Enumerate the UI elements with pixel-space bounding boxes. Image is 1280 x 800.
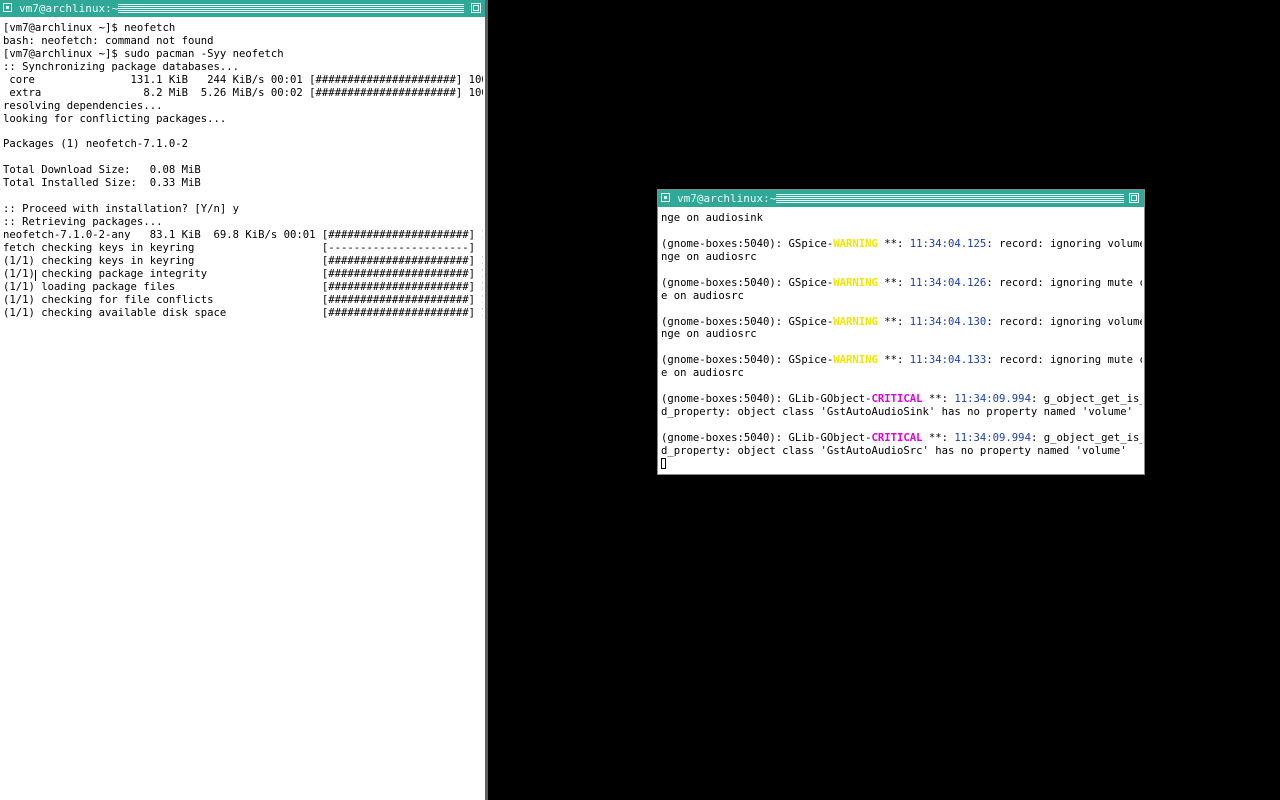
window-title: vm7@archlinux:~ [677, 192, 777, 205]
log-message: : record: ignoring volume cha [986, 315, 1142, 328]
terminal-line: [vm7@archlinux ~]$ neofetch [3, 22, 176, 34]
log-source: (gnome-boxes:5040): GLib-GObject- [661, 393, 872, 406]
log-message: : g_object_get_is_vali [1030, 393, 1142, 406]
log-timestamp: 11:34:04.133 [909, 354, 987, 367]
log-continuation-line: nge on audiosrc [661, 328, 757, 341]
titlebar-grip [776, 194, 1124, 203]
log-continuation-line: d_property: object class 'GstAutoAudioSr… [661, 444, 1127, 457]
log-entry-line: (gnome-boxes:5040): GSpice-WARNING **: 1… [661, 277, 1142, 290]
desktop: vm7@archlinux:~ [vm7@archlinux ~]$ neofe… [0, 0, 1280, 800]
log-source: (gnome-boxes:5040): GSpice- [661, 237, 834, 250]
window-titlebar[interactable]: vm7@archlinux:~ [658, 190, 1144, 207]
log-stars: **: [877, 276, 910, 289]
log-entry-line: (gnome-boxes:5040): GSpice-WARNING **: 1… [661, 354, 1142, 367]
log-level: CRITICAL [871, 393, 923, 406]
log-timestamp: 11:34:09.994 [954, 393, 1031, 406]
terminal-line: core 131.1 KiB 244 KiB/s 00:01 [########… [3, 73, 483, 86]
log-entry-line: (gnome-boxes:5040): GLib-GObject-CRITICA… [661, 393, 1142, 406]
prompt-line [661, 457, 1142, 471]
log-source: (gnome-boxes:5040): GSpice- [661, 354, 834, 367]
terminal-window-gnome-boxes[interactable]: vm7@archlinux:~ nge on audiosink (gnome-b… [657, 189, 1145, 475]
log-message: : record: ignoring mute chang [986, 354, 1142, 367]
terminal-line: Packages (1) neofetch-7.1.0-2 [3, 138, 188, 151]
terminal-line: Total Download Size: 0.08 MiB [3, 164, 201, 177]
log-source: (gnome-boxes:5040): GSpice- [661, 315, 834, 328]
terminal-line: :: Synchronizing package databases... [3, 60, 239, 73]
log-source: (gnome-boxes:5040): GSpice- [661, 276, 834, 289]
window-title: vm7@archlinux:~ [19, 2, 119, 15]
log-continuation-line: e on audiosrc [661, 367, 744, 380]
terminal-line: [vm7@archlinux ~]$ sudo pacman -Syy neof… [3, 47, 284, 60]
window-menu-icon[interactable] [3, 3, 12, 12]
mouse-ibeam-cursor [34, 270, 36, 281]
log-timestamp: 11:34:04.125 [909, 237, 987, 250]
log-stars: **: [877, 354, 910, 367]
log-message: : record: ignoring mute chang [986, 276, 1142, 289]
window-menu-icon[interactable] [661, 193, 670, 202]
log-message: : record: ignoring volume cha [986, 237, 1142, 250]
terminal-line: :: Retrieving packages... [3, 216, 163, 229]
maximize-icon[interactable] [1129, 193, 1139, 203]
terminal-window-pacman[interactable]: vm7@archlinux:~ [vm7@archlinux ~]$ neofe… [0, 0, 488, 800]
terminal-line: (1/1) loading package files [###########… [3, 280, 483, 293]
log-timestamp: 11:34:09.994 [954, 431, 1031, 444]
log-continuation-line: e on audiosrc [661, 289, 744, 302]
terminal-line: (1/1) checking keys in keyring [########… [3, 254, 483, 267]
terminal-line: nge on audiosink [661, 212, 764, 224]
terminal-line: (1/1) checking available disk space [###… [3, 306, 483, 319]
terminal-line: bash: neofetch: command not found [3, 34, 214, 47]
log-entry-line: (gnome-boxes:5040): GSpice-WARNING **: 1… [661, 238, 1142, 251]
log-source: (gnome-boxes:5040): GLib-GObject- [661, 431, 872, 444]
log-message: : g_object_get_is_vali [1030, 431, 1142, 444]
log-timestamp: 11:34:04.130 [909, 315, 987, 328]
terminal-line: (1/1) checking package integrity [######… [3, 267, 483, 280]
terminal-line: (1/1) checking for file conflicts [#####… [3, 293, 483, 306]
terminal-line: neofetch-7.1.0-2-any 83.1 KiB 69.8 KiB/s… [3, 229, 483, 241]
log-level: WARNING [833, 237, 878, 250]
terminal-line: fetch checking keys in keyring [--------… [3, 241, 483, 254]
log-level: WARNING [833, 276, 878, 289]
terminal-line: looking for conflicting packages... [3, 112, 227, 125]
log-continuation-line: d_property: object class 'GstAutoAudioSi… [661, 406, 1133, 419]
terminal-line: Total Installed Size: 0.33 MiB [3, 177, 201, 190]
log-level: WARNING [833, 354, 878, 367]
terminal-line: extra 8.2 MiB 5.26 MiB/s 00:02 [########… [3, 86, 483, 99]
log-level: CRITICAL [871, 431, 923, 444]
log-level: WARNING [833, 315, 878, 328]
window-titlebar[interactable]: vm7@archlinux:~ [0, 0, 485, 17]
log-entry-line: (gnome-boxes:5040): GSpice-WARNING **: 1… [661, 316, 1142, 329]
maximize-icon[interactable] [471, 3, 481, 13]
log-stars: **: [922, 431, 955, 444]
terminal-line: :: Proceed with installation? [Y/n] y [3, 203, 239, 216]
titlebar-grip [118, 4, 464, 13]
terminal-output[interactable]: nge on audiosink (gnome-boxes:5040): GSpi… [661, 212, 1142, 474]
log-stars: **: [922, 393, 955, 406]
log-continuation-line: nge on audiosrc [661, 250, 757, 263]
terminal-cursor [661, 457, 666, 469]
log-entry-line: (gnome-boxes:5040): GLib-GObject-CRITICA… [661, 432, 1142, 445]
terminal-line: resolving dependencies... [3, 99, 163, 112]
log-timestamp: 11:34:04.126 [909, 276, 987, 289]
log-stars: **: [877, 237, 910, 250]
terminal-output[interactable]: [vm7@archlinux ~]$ neofetch bash: neofetc… [3, 22, 483, 800]
log-stars: **: [877, 315, 910, 328]
